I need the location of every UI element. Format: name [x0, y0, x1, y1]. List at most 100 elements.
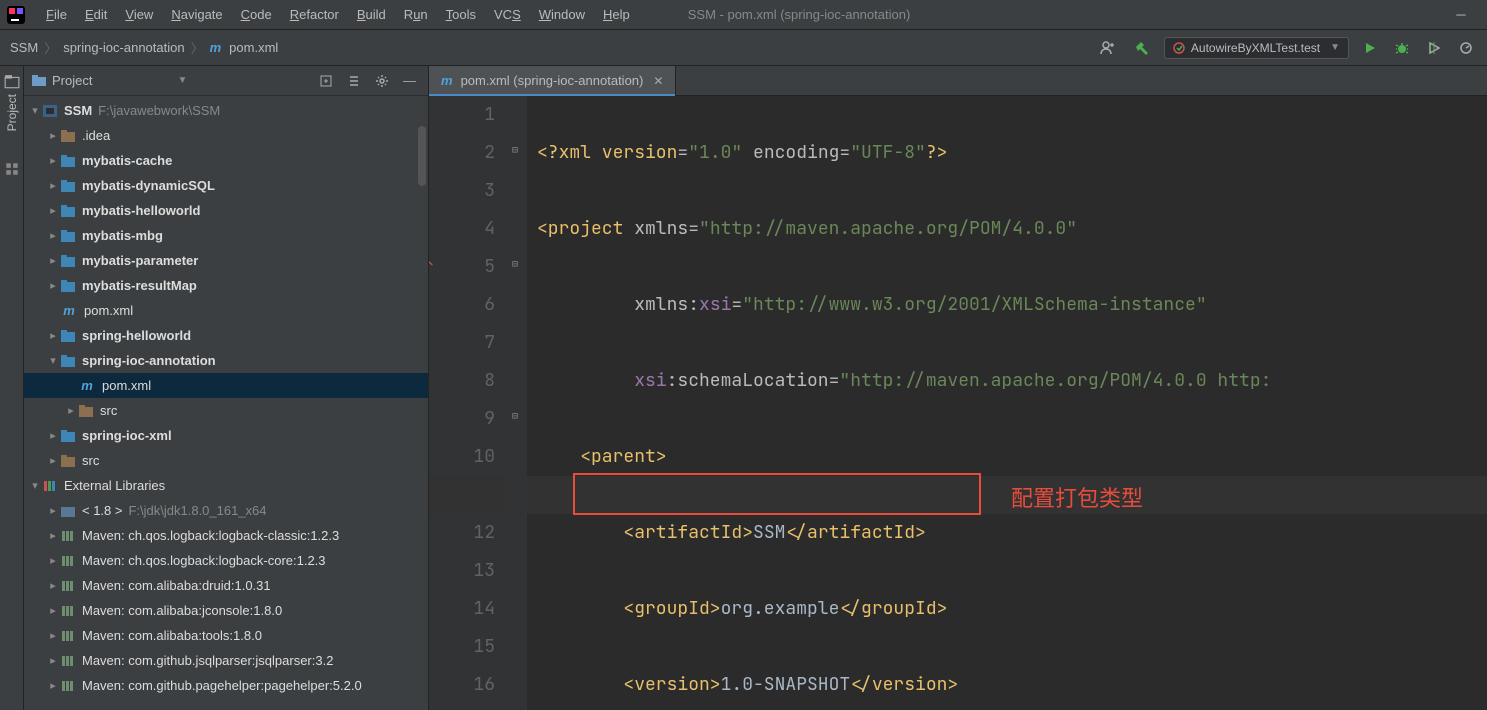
tree-item[interactable]: ▸Maven: com.github.jsqlparser:jsqlparser… — [24, 648, 428, 673]
breadcrumb-file[interactable]: pom.xml — [229, 40, 278, 55]
chevron-right-icon[interactable]: ▸ — [46, 629, 60, 642]
chevron-right-icon[interactable]: ▸ — [46, 579, 60, 592]
chevron-right-icon[interactable]: ▸ — [46, 454, 60, 467]
chevron-right-icon[interactable]: ▸ — [46, 504, 60, 517]
fold-start-icon[interactable]: ⊟ — [509, 144, 521, 156]
tree-item[interactable]: ▸mybatis-helloworld — [24, 198, 428, 223]
folder-icon — [60, 129, 76, 143]
fold-start-icon[interactable]: ⊟ — [509, 258, 521, 270]
maven-file-icon: m — [441, 73, 453, 88]
breadcrumb-root[interactable]: SSM — [10, 40, 38, 55]
menu-refactor[interactable]: Refactor — [282, 3, 347, 26]
chevron-right-icon[interactable]: ▸ — [46, 254, 60, 267]
library-icon — [42, 479, 58, 493]
toolbar-right: AutowireByXMLTest.test ▼ — [1096, 37, 1477, 59]
tree-item[interactable]: ▸Maven: ch.qos.logback:logback-classic:1… — [24, 523, 428, 548]
expand-all-icon[interactable] — [343, 72, 365, 90]
chevron-right-icon[interactable]: ▸ — [46, 604, 60, 617]
editor-tab-label: pom.xml (spring-ioc-annotation) — [461, 73, 644, 88]
tree-item[interactable]: ▸mybatis-dynamicSQL — [24, 173, 428, 198]
chevron-right-icon[interactable]: ▸ — [46, 279, 60, 292]
chevron-down-icon[interactable]: ▼ — [178, 75, 188, 86]
tree-item[interactable]: ▸Maven: ch.qos.logback:logback-core:1.2.… — [24, 548, 428, 573]
chevron-right-icon[interactable]: ▸ — [46, 129, 60, 142]
tree-item-selected[interactable]: mpom.xml — [24, 373, 428, 398]
breadcrumb-module[interactable]: spring-ioc-annotation — [63, 40, 184, 55]
tree-item[interactable]: ▸spring-ioc-xml — [24, 423, 428, 448]
code-content[interactable]: <?xml version="1.0" encoding="UTF-8"?> <… — [527, 96, 1487, 710]
tree-item[interactable]: ▸Maven: com.alibaba:jconsole:1.8.0 — [24, 598, 428, 623]
build-hammer-icon[interactable] — [1130, 38, 1154, 58]
menu-run[interactable]: Run — [396, 3, 436, 26]
tree-item[interactable]: ▸mybatis-resultMap — [24, 273, 428, 298]
chevron-right-icon[interactable]: ▸ — [46, 329, 60, 342]
menu-view[interactable]: View — [117, 3, 161, 26]
tree-item[interactable]: ▸spring-helloworld — [24, 323, 428, 348]
scrollbar-vertical[interactable] — [418, 126, 426, 186]
tree-item[interactable]: ▸Maven: com.github.pagehelper:pagehelper… — [24, 673, 428, 698]
project-tree[interactable]: ▾ SSM F:\javawebwork\SSM ▸.idea ▸mybatis… — [24, 96, 428, 710]
tree-item[interactable]: ▸.idea — [24, 123, 428, 148]
up-arrow-icon: ↑ — [429, 248, 433, 286]
chevron-down-icon[interactable]: ▾ — [46, 354, 60, 367]
gear-icon[interactable] — [371, 72, 393, 90]
annotation-box — [573, 473, 981, 515]
menu-file[interactable]: File — [38, 3, 75, 26]
menu-code[interactable]: Code — [233, 3, 280, 26]
chevron-right-icon[interactable]: ▸ — [46, 229, 60, 242]
chevron-right-icon[interactable]: ▸ — [46, 154, 60, 167]
tree-item[interactable]: ▸Maven: com.alibaba:druid:1.0.31 — [24, 573, 428, 598]
close-icon[interactable]: ✕ — [653, 74, 663, 88]
user-add-icon[interactable] — [1096, 38, 1120, 58]
project-tool-label[interactable]: Project — [5, 94, 19, 131]
module-folder-icon — [60, 154, 76, 168]
main-menu: File Edit View Navigate Code Refactor Bu… — [38, 3, 638, 26]
fold-gutter: ⊟ ⊟ ⊟ — [505, 96, 527, 710]
select-opened-icon[interactable] — [315, 72, 337, 90]
tree-root[interactable]: ▾ SSM F:\javawebwork\SSM — [24, 98, 428, 123]
maven-file-icon: m — [62, 304, 78, 318]
chevron-right-icon[interactable]: ▸ — [46, 204, 60, 217]
tree-item[interactable]: ▸mybatis-parameter — [24, 248, 428, 273]
chevron-down-icon[interactable]: ▾ — [28, 479, 42, 492]
tree-item[interactable]: mpom.xml — [24, 298, 428, 323]
run-button[interactable] — [1359, 39, 1381, 57]
chevron-right-icon[interactable]: ▸ — [46, 529, 60, 542]
tree-item[interactable]: ▸mybatis-mbg — [24, 223, 428, 248]
tree-item[interactable]: ▸mybatis-cache — [24, 148, 428, 173]
debug-button[interactable] — [1391, 39, 1413, 57]
tree-item[interactable]: ▸src — [24, 398, 428, 423]
tree-item[interactable]: ▸Maven: com.alibaba:tools:1.8.0 — [24, 623, 428, 648]
minimize-button[interactable]: ─ — [1441, 1, 1481, 29]
project-tool-icon[interactable] — [4, 74, 20, 90]
hide-icon[interactable]: — — [399, 71, 420, 90]
editor-body[interactable]: 1 2 3 4 m↑5 6 7 8 9 10 11 12 13 14 15 16… — [429, 96, 1487, 710]
menu-build[interactable]: Build — [349, 3, 394, 26]
chevron-right-icon[interactable]: ▸ — [46, 554, 60, 567]
chevron-right-icon[interactable]: ▸ — [46, 429, 60, 442]
structure-tool-icon[interactable] — [4, 161, 20, 177]
run-config-selector[interactable]: AutowireByXMLTest.test ▼ — [1164, 37, 1349, 59]
folder-icon — [32, 74, 46, 88]
chevron-right-icon: 〉 — [191, 38, 204, 57]
chevron-right-icon[interactable]: ▸ — [46, 179, 60, 192]
menu-tools[interactable]: Tools — [438, 3, 484, 26]
chevron-down-icon[interactable]: ▾ — [28, 104, 42, 117]
chevron-right-icon[interactable]: ▸ — [46, 654, 60, 667]
menu-window[interactable]: Window — [531, 3, 593, 26]
menu-edit[interactable]: Edit — [77, 3, 115, 26]
menu-navigate[interactable]: Navigate — [163, 3, 230, 26]
tree-item[interactable]: ▸src — [24, 448, 428, 473]
tree-item[interactable]: ▸< 1.8 >F:\jdk\jdk1.8.0_161_x64 — [24, 498, 428, 523]
chevron-right-icon[interactable]: ▸ — [64, 404, 78, 417]
project-panel-title: Project — [52, 73, 168, 88]
tree-external-libs[interactable]: ▾External Libraries — [24, 473, 428, 498]
tree-item[interactable]: ▾spring-ioc-annotation — [24, 348, 428, 373]
chevron-right-icon[interactable]: ▸ — [46, 679, 60, 692]
profiler-button[interactable] — [1455, 39, 1477, 57]
fold-end-icon[interactable]: ⊟ — [509, 410, 521, 422]
menu-vcs[interactable]: VCS — [486, 3, 529, 26]
menu-help[interactable]: Help — [595, 3, 638, 26]
coverage-button[interactable] — [1423, 39, 1445, 57]
editor-tab[interactable]: m pom.xml (spring-ioc-annotation) ✕ — [429, 66, 676, 95]
